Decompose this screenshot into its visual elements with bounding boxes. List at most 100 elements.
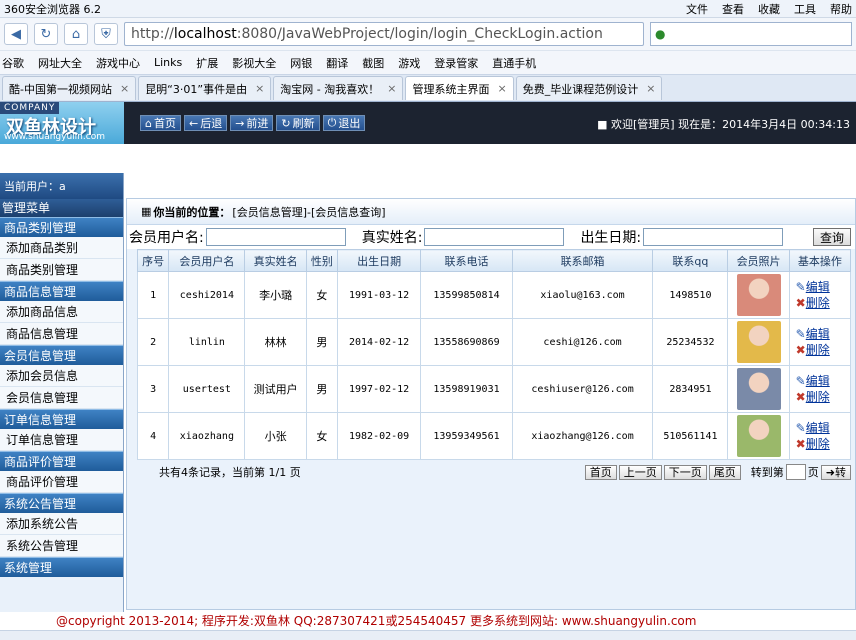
topnav-button[interactable]: ⌂ 首页: [140, 115, 181, 131]
menu-group: 系统管理: [0, 557, 123, 577]
bookmark-item[interactable]: 影视大全: [232, 55, 276, 71]
menu-item[interactable]: 添加商品信息: [0, 301, 123, 323]
menu-3[interactable]: 工具: [794, 3, 816, 16]
menu-4[interactable]: 帮助: [830, 3, 852, 16]
member-photo: [736, 415, 781, 457]
edit-link[interactable]: ✎编辑: [796, 373, 850, 389]
browser-tab[interactable]: 免费_毕业课程范例设计 ×: [515, 76, 663, 100]
goto-label: 转到第: [750, 466, 784, 479]
refresh-icon: ↻: [40, 26, 52, 42]
bookmark-item[interactable]: 网址大全: [38, 55, 82, 71]
browser-tab[interactable]: 淘宝网 - 淘我喜欢！ ×: [273, 76, 404, 100]
tab-label: 昆明“3·01”事件是由: [145, 82, 248, 96]
menu-group-header[interactable]: 会员信息管理: [0, 345, 123, 365]
delete-link[interactable]: ✖删除: [796, 342, 850, 358]
location-label: 你当前的位置：: [153, 205, 231, 219]
topnav-button[interactable]: ↻ 刷新: [276, 115, 320, 131]
forward-icon: →: [235, 116, 245, 130]
cell-birth: 1997-02-12: [336, 365, 422, 413]
cell-user: linlin: [168, 318, 246, 366]
realname-input[interactable]: [424, 228, 565, 246]
delete-link[interactable]: ✖删除: [796, 295, 850, 311]
close-icon[interactable]: ×: [120, 82, 129, 95]
cell-phone: 13599850814: [420, 271, 513, 319]
browser-tab[interactable]: 酷-中国第一视频网站 ×: [2, 76, 137, 100]
goto-button[interactable]: ➜转: [820, 464, 851, 480]
menu-0[interactable]: 文件: [686, 3, 708, 16]
close-icon[interactable]: ×: [255, 82, 264, 95]
refresh-icon: ↻: [281, 116, 291, 130]
menu-group-header[interactable]: 商品信息管理: [0, 281, 123, 301]
bookmark-item[interactable]: 登录管家: [434, 55, 478, 71]
back-button[interactable]: ◀: [4, 23, 28, 45]
tab-label: 淘宝网 - 淘我喜欢！: [280, 82, 380, 96]
menu-group-header[interactable]: 系统管理: [0, 557, 123, 577]
prev-page-button[interactable]: 上一页: [618, 464, 662, 480]
delete-icon: ✖: [795, 343, 806, 357]
cell-sex: 女: [305, 412, 338, 460]
home-button[interactable]: ⌂: [64, 23, 88, 45]
bookmark-item[interactable]: 扩展: [196, 55, 218, 71]
topnav-button[interactable]: ← 后退: [183, 115, 228, 131]
menu-item[interactable]: 会员信息管理: [0, 387, 123, 409]
cell-birth: 1982-02-09: [336, 412, 422, 460]
bookmark-item[interactable]: 网银: [290, 55, 312, 71]
menu-group-header[interactable]: 商品类别管理: [0, 217, 123, 237]
cell-no: 3: [136, 365, 170, 413]
menu-group-header[interactable]: 订单信息管理: [0, 409, 123, 429]
menu-group-header[interactable]: 系统公告管理: [0, 493, 123, 513]
delete-link[interactable]: ✖删除: [796, 389, 850, 405]
menu-item[interactable]: 商品类别管理: [0, 259, 123, 281]
first-page-button[interactable]: 首页: [584, 464, 617, 480]
menu-item[interactable]: 商品信息管理: [0, 323, 123, 345]
last-page-button[interactable]: 尾页: [708, 464, 741, 480]
bookmark-item[interactable]: 游戏中心: [96, 55, 140, 71]
edit-link[interactable]: ✎编辑: [796, 326, 850, 342]
username-input[interactable]: [205, 228, 346, 246]
close-icon[interactable]: ×: [646, 82, 655, 95]
bookmark-item[interactable]: Links: [154, 56, 182, 69]
topnav-button[interactable]: ⏻ 退出: [322, 115, 366, 131]
menu-1[interactable]: 查看: [722, 3, 744, 16]
delete-link[interactable]: ✖删除: [796, 436, 850, 452]
topnav-button[interactable]: → 前进: [230, 115, 274, 131]
bookmark-item[interactable]: 直通手机: [492, 55, 536, 71]
bookmark-item[interactable]: 截图: [362, 55, 384, 71]
edit-link[interactable]: ✎编辑: [796, 279, 850, 295]
menu-item[interactable]: 商品评价管理: [0, 471, 123, 493]
browser-titlebar: 360安全浏览器 6.2 文件 查看 收藏 工具 帮助: [0, 0, 856, 18]
tab-strip: 酷-中国第一视频网站 × 昆明“3·01”事件是由 × 淘宝网 - 淘我喜欢！ × 管理系统…: [0, 74, 856, 102]
search-box[interactable]: ●: [650, 22, 852, 46]
menu-item[interactable]: 添加系统公告: [0, 513, 123, 535]
next-page-button[interactable]: 下一页: [663, 464, 707, 480]
browser-tab[interactable]: 管理系统主界面 ×: [405, 76, 514, 100]
bookmark-item[interactable]: 谷歌: [2, 55, 24, 71]
menu-item[interactable]: 系统公告管理: [0, 535, 123, 557]
query-button[interactable]: 查询: [812, 228, 851, 246]
column-header: 序号: [136, 249, 170, 272]
delete-icon: ✖: [795, 390, 806, 404]
breadcrumb: ▦ 你当前的位置： [会员信息管理]-[会员信息查询]: [127, 199, 855, 225]
close-icon[interactable]: ×: [387, 82, 396, 95]
browser-tab[interactable]: 昆明“3·01”事件是由 ×: [138, 76, 272, 100]
cell-name: 李小璐: [244, 271, 307, 319]
edit-link[interactable]: ✎编辑: [796, 420, 850, 436]
menu-2[interactable]: 收藏: [758, 3, 780, 16]
goto-page-input[interactable]: [785, 464, 806, 480]
cell-phone: 13959349561: [420, 412, 513, 460]
address-bar[interactable]: http://localhost:8080/JavaWebProject/log…: [124, 22, 644, 46]
tab-label: 管理系统主界面: [412, 82, 490, 96]
cell-birth: 1991-03-12: [336, 271, 422, 319]
security-shield-button[interactable]: ⛨: [94, 23, 118, 45]
bookmark-item[interactable]: 游戏: [398, 55, 420, 71]
close-icon[interactable]: ×: [497, 82, 506, 95]
delete-icon: ✖: [795, 296, 806, 310]
menu-item[interactable]: 订单信息管理: [0, 429, 123, 451]
menu-item[interactable]: 添加会员信息: [0, 365, 123, 387]
topnav-label: 刷新: [292, 117, 315, 130]
bookmark-item[interactable]: 翻译: [326, 55, 348, 71]
birthdate-input[interactable]: [643, 228, 784, 246]
menu-group-header[interactable]: 商品评价管理: [0, 451, 123, 471]
refresh-button[interactable]: ↻: [34, 23, 58, 45]
menu-item[interactable]: 添加商品类别: [0, 237, 123, 259]
